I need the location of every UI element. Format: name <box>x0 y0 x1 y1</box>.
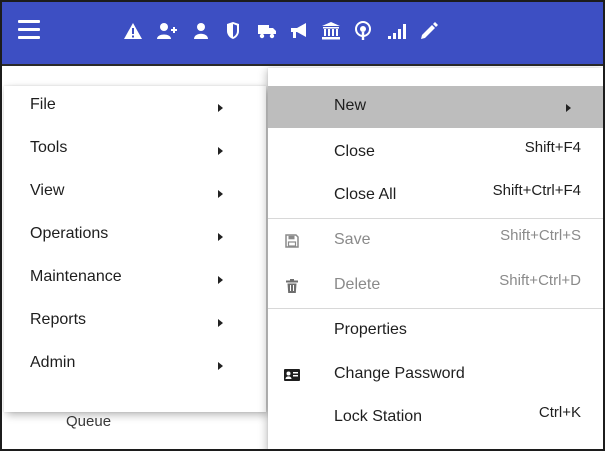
menu-item-properties[interactable]: Properties <box>268 310 603 352</box>
menu-item-view[interactable]: View <box>4 172 266 214</box>
add-user-icon[interactable] <box>154 16 180 46</box>
chevron-right-icon <box>218 362 223 370</box>
chevron-right-icon <box>218 233 223 241</box>
menu-item-maintenance[interactable]: Maintenance <box>4 258 266 300</box>
user-icon[interactable] <box>188 16 214 46</box>
chevron-right-icon <box>218 190 223 198</box>
menu-item-label: View <box>30 182 65 199</box>
podcast-icon[interactable] <box>350 16 376 46</box>
menu-item-label: Close All <box>334 186 397 203</box>
pencil-icon[interactable] <box>416 16 442 46</box>
menu-item-label: Properties <box>334 321 407 338</box>
menu-item-tools[interactable]: Tools <box>4 129 266 171</box>
menu-item-label: New <box>334 97 367 114</box>
trash-icon <box>284 278 300 294</box>
menu-item-admin[interactable]: Admin <box>4 344 266 386</box>
queue-label: Queue <box>66 413 112 430</box>
menu-divider <box>268 308 603 309</box>
save-icon <box>284 233 300 249</box>
menu-item-label: File <box>30 96 56 113</box>
menu-item-label: Maintenance <box>30 268 122 285</box>
shortcut-text: Shift+Ctrl+D <box>499 272 581 289</box>
menu-item-label: Admin <box>30 354 76 371</box>
menu-item-close-all[interactable]: Close All Shift+Ctrl+F4 <box>268 175 603 217</box>
shortcut-text: Shift+Ctrl+F4 <box>492 182 581 199</box>
menu-item-operations[interactable]: Operations <box>4 215 266 257</box>
menu-item-file[interactable]: File <box>4 86 266 128</box>
menu-item-reports[interactable]: Reports <box>4 301 266 343</box>
menu-item-label: Lock Station <box>334 408 423 425</box>
menu-item-change-password[interactable]: Change Password <box>268 354 603 396</box>
main-menu: File Tools View Operations Maintenance R… <box>4 86 266 412</box>
menu-item-label: Tools <box>30 139 68 156</box>
menu-item-label: Change Password <box>334 365 465 382</box>
menu-divider <box>268 218 603 219</box>
menu-item-delete[interactable]: Delete Shift+Ctrl+D <box>268 265 603 307</box>
menu-item-lock-station[interactable]: Lock Station Ctrl+K <box>268 397 603 439</box>
menu-item-new[interactable]: New <box>268 86 603 128</box>
truck-icon[interactable] <box>254 16 280 46</box>
menu-item-label: Operations <box>30 225 109 242</box>
chevron-right-icon <box>218 147 223 155</box>
bank-icon[interactable] <box>318 16 344 46</box>
menu-item-save[interactable]: Save Shift+Ctrl+S <box>268 220 603 262</box>
shortcut-text: Ctrl+K <box>538 404 581 421</box>
id-card-icon <box>284 367 300 383</box>
alert-triangle-icon[interactable] <box>120 16 146 46</box>
chevron-right-icon <box>566 104 571 112</box>
shield-icon[interactable] <box>220 16 246 46</box>
chevron-right-icon <box>218 319 223 327</box>
shortcut-text: Shift+Ctrl+S <box>500 227 581 244</box>
menu-item-label: Reports <box>30 311 87 328</box>
chevron-right-icon <box>218 276 223 284</box>
menu-item-label: Close <box>334 143 375 160</box>
menu-item-label: Delete <box>334 276 381 293</box>
app-bar <box>2 2 603 66</box>
menu-item-close[interactable]: Close Shift+F4 <box>268 132 603 174</box>
shortcut-text: Shift+F4 <box>524 139 581 156</box>
menu-item-label: Save <box>334 231 371 248</box>
chevron-right-icon <box>218 104 223 112</box>
file-submenu: New Close Shift+F4 Close All Shift+Ctrl+… <box>268 68 603 449</box>
megaphone-icon[interactable] <box>286 16 312 46</box>
hamburger-menu-icon[interactable] <box>18 20 40 40</box>
app-window: Queue File Tools View Operations Mainten… <box>0 0 605 451</box>
signal-icon[interactable] <box>384 16 410 46</box>
